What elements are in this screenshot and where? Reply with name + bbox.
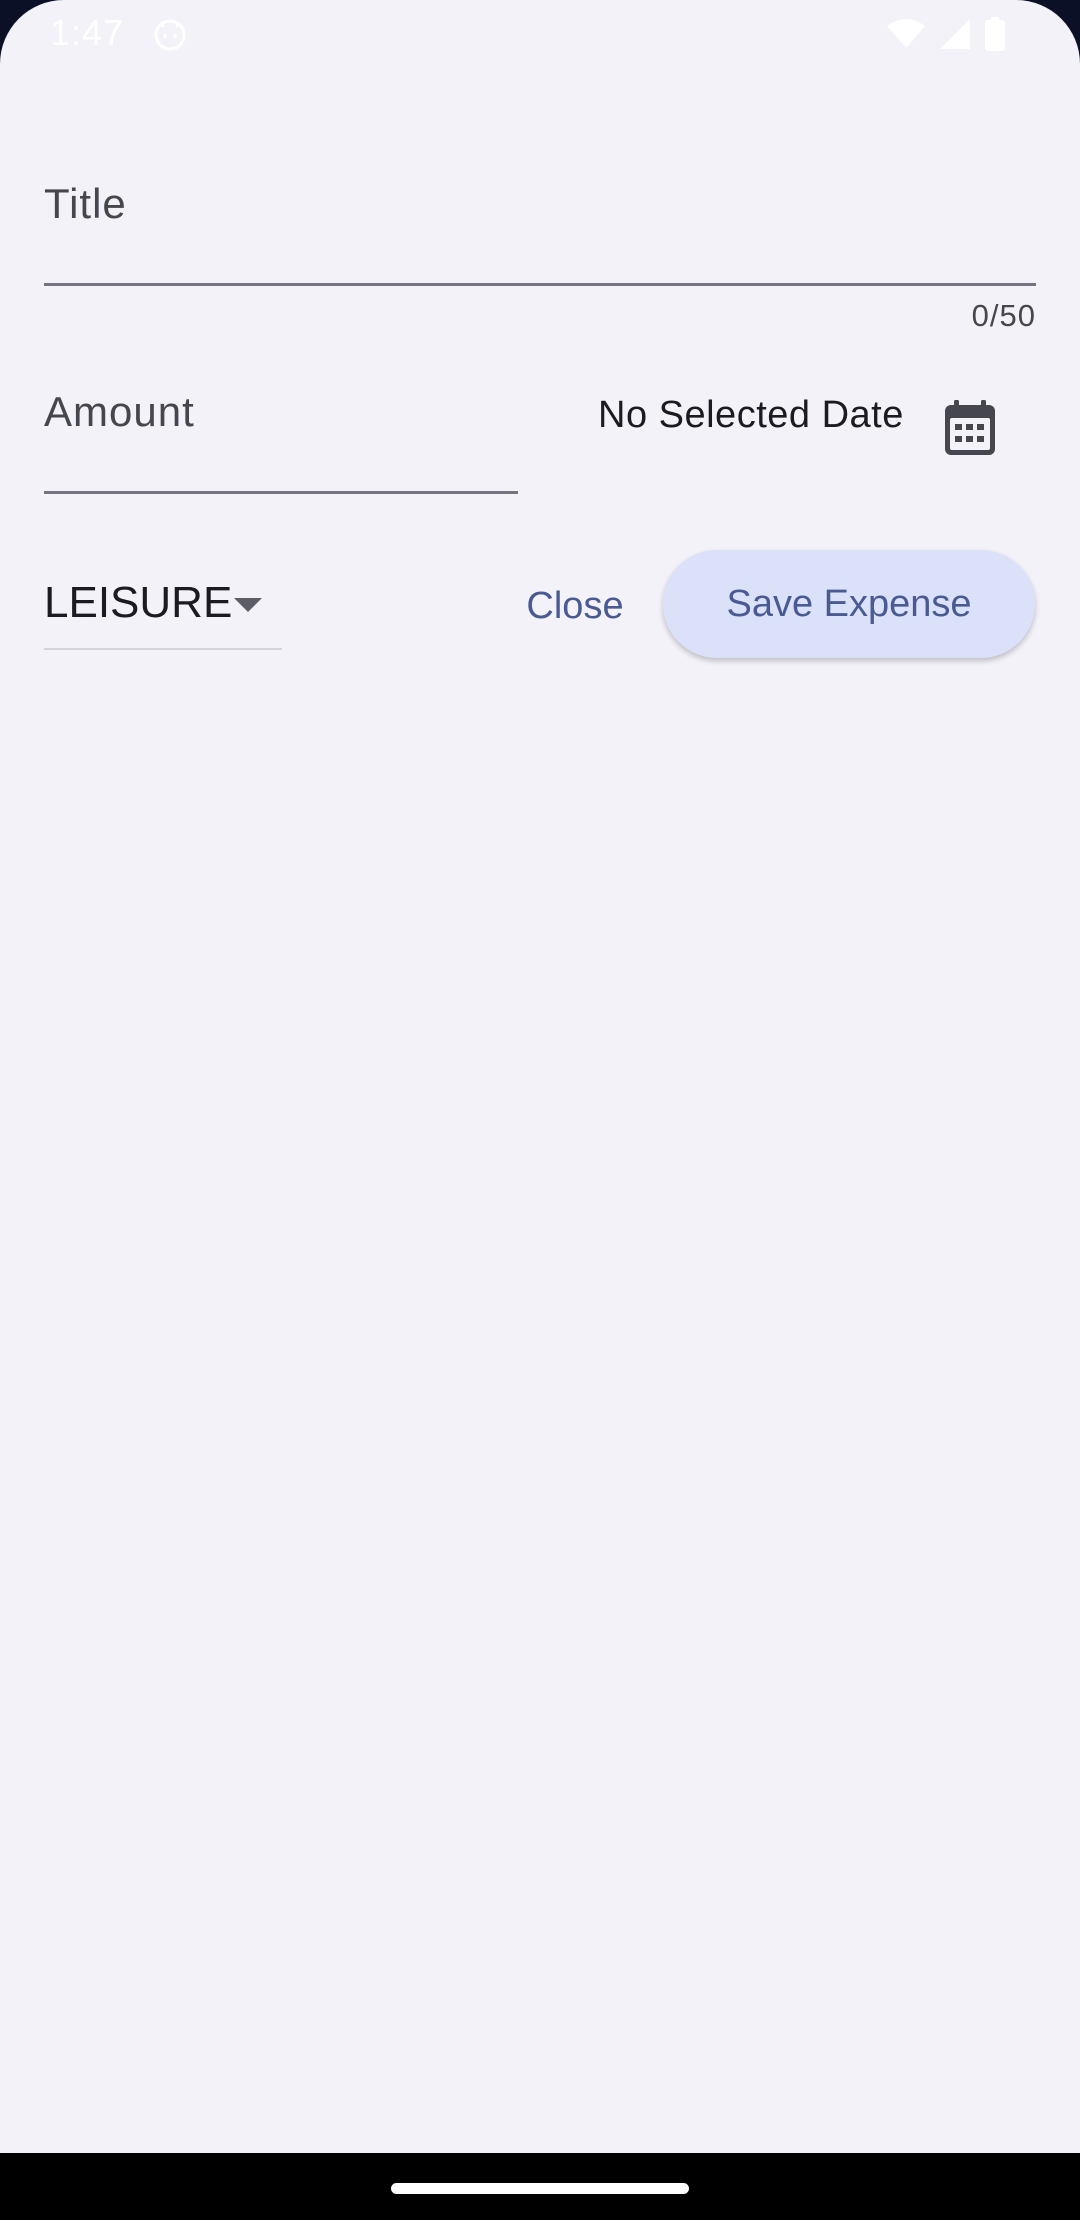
amount-placeholder: Amount <box>44 388 195 435</box>
title-character-counter: 0/50 <box>971 298 1036 333</box>
amount-underline <box>44 491 518 494</box>
dropdown-arrow-icon <box>234 598 262 612</box>
title-underline <box>44 283 1036 286</box>
amount-input[interactable]: Amount <box>44 350 518 494</box>
navigation-bar <box>0 2153 1080 2220</box>
add-expense-sheet: 1:47 Title 0/50 Amount No Selected Date … <box>0 0 1080 2153</box>
home-gesture-handle[interactable] <box>391 2183 689 2194</box>
close-button[interactable]: Close <box>500 560 650 652</box>
category-selected-value: LEISURE <box>44 578 233 627</box>
save-expense-button[interactable]: Save Expense <box>663 550 1035 658</box>
date-picker-button[interactable] <box>920 378 1020 478</box>
status-bar: 1:47 <box>0 0 1080 66</box>
status-time: 1:47 <box>50 12 125 53</box>
android-head-icon <box>154 19 186 51</box>
status-icons <box>886 16 1006 52</box>
selected-date-label: No Selected Date <box>598 394 904 436</box>
battery-icon <box>985 17 1005 51</box>
title-input[interactable]: Title <box>44 140 1036 286</box>
category-underline <box>44 648 282 650</box>
wifi-icon <box>887 19 925 48</box>
device-screen: 1:47 Title 0/50 Amount No Selected Date … <box>0 0 1080 2220</box>
calendar-icon <box>945 400 995 455</box>
signal-icon <box>940 19 970 49</box>
title-placeholder: Title <box>44 180 127 227</box>
category-dropdown[interactable]: LEISURE <box>44 560 282 650</box>
